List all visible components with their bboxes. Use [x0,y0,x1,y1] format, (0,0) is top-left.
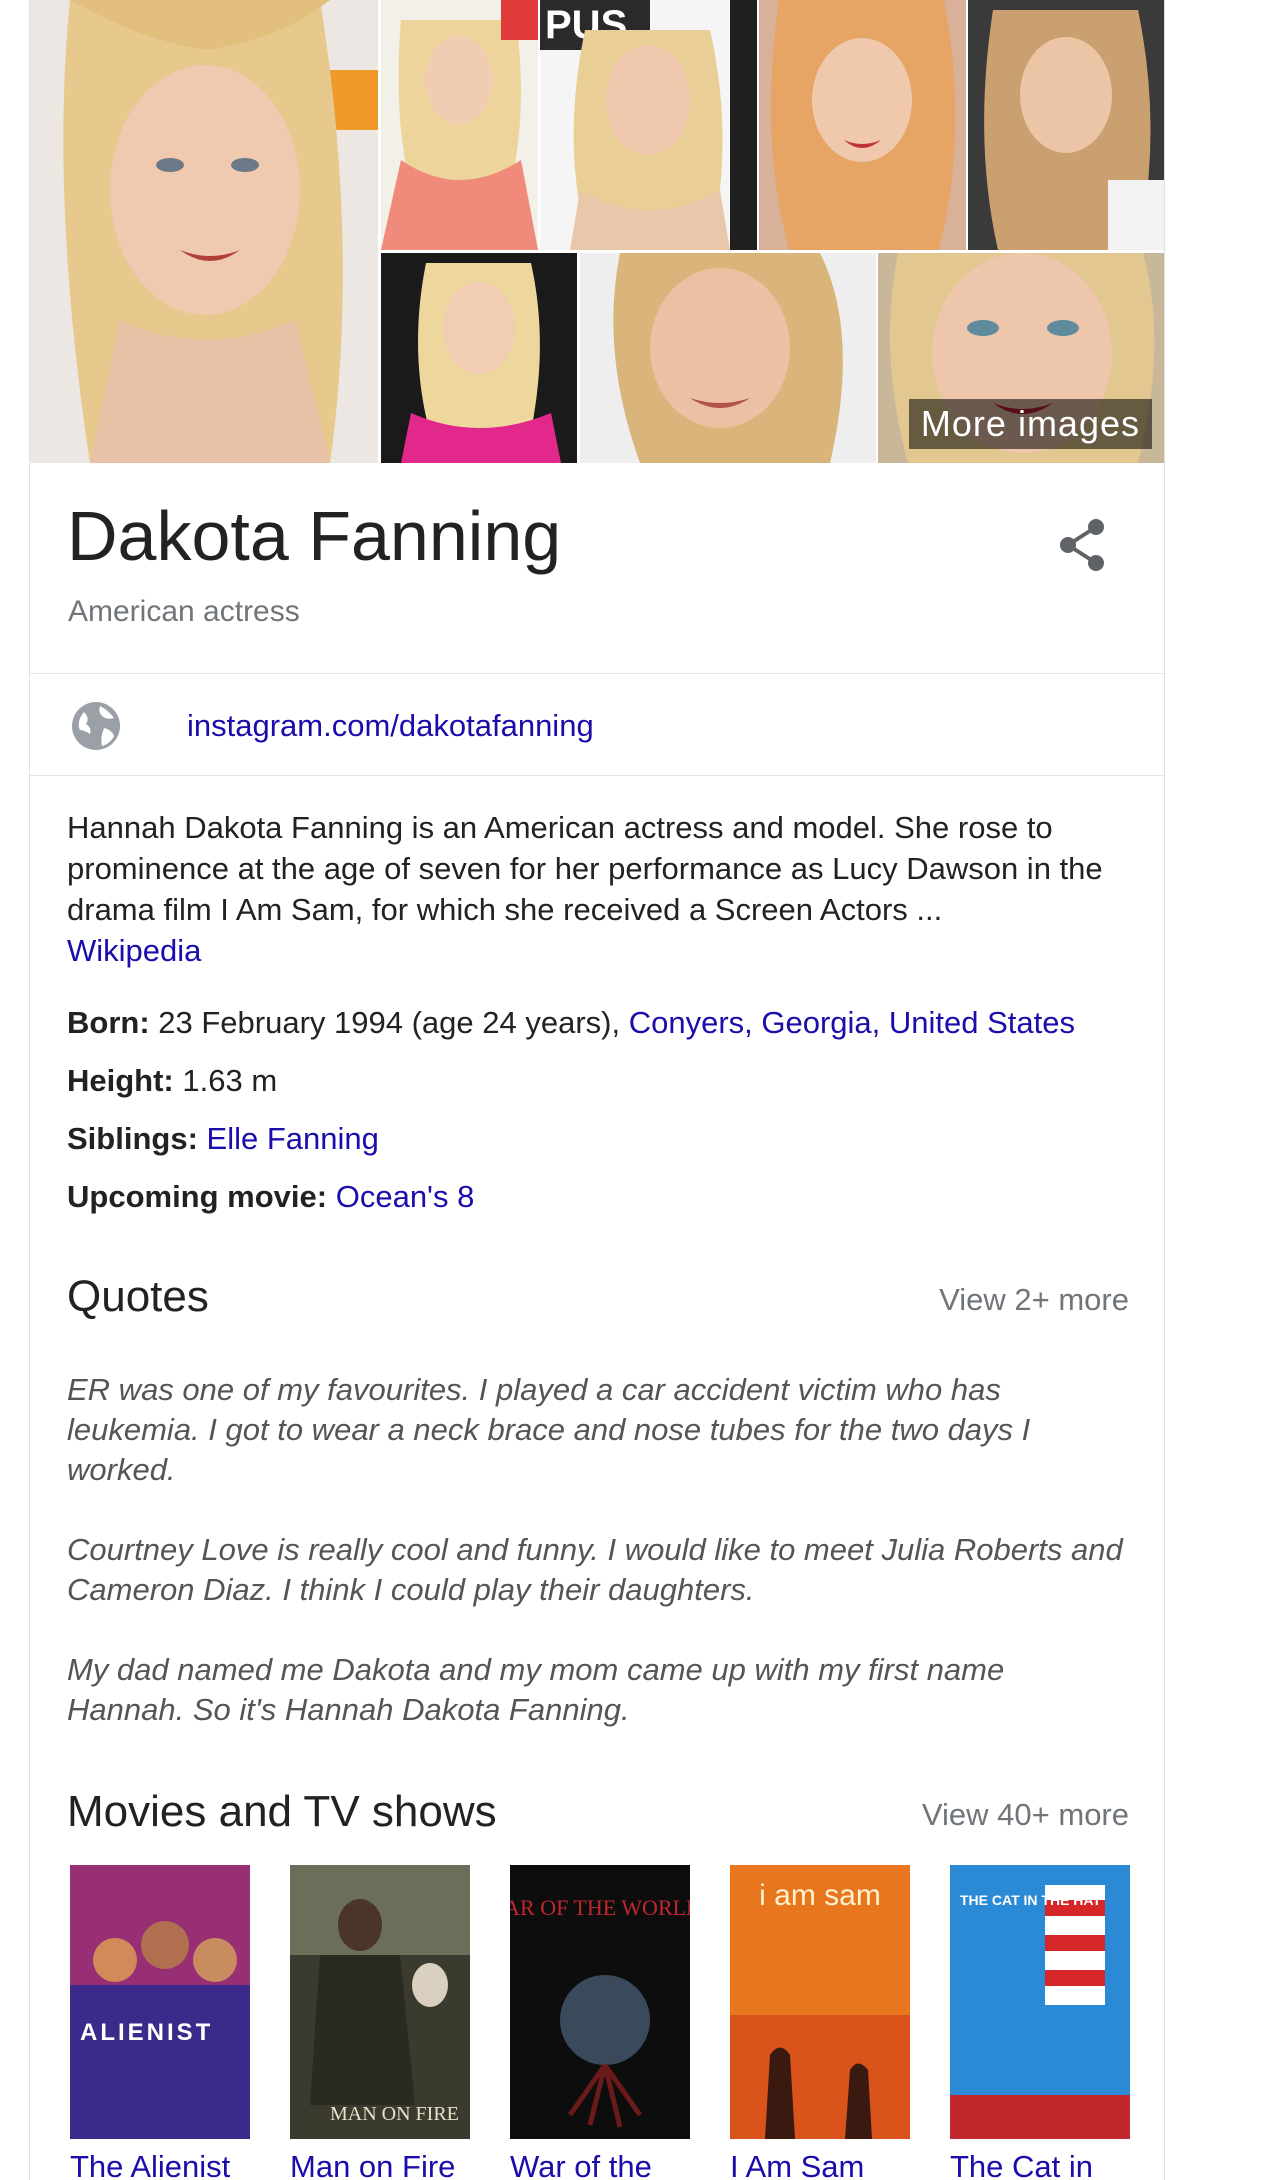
photo-4[interactable] [759,0,966,250]
quotes-view-more-link[interactable]: View 2+ more [939,1282,1129,1318]
movie-title[interactable]: I Am Sam [730,2149,910,2180]
fact-born-place-link[interactable]: Conyers, Georgia, United States [629,1005,1075,1040]
photo-7[interactable] [580,253,876,463]
photo-2[interactable] [381,0,538,250]
description-text: Hannah Dakota Fanning is an American act… [67,810,1103,927]
movie-poster[interactable]: THE CAT IN THE HAT [950,1865,1130,2139]
movies-view-more-link[interactable]: View 40+ more [922,1797,1129,1833]
movie-card[interactable]: WAR OF THE WORLDS War of the [510,1865,690,2180]
movie-poster[interactable]: WAR OF THE WORLDS [510,1865,690,2139]
image-grid: PUS More images [30,0,1164,463]
movie-poster[interactable]: i am sam [730,1865,910,2139]
website-row: instagram.com/dakotafanning [30,675,1164,776]
movie-card[interactable]: THE CAT IN THE HAT The Cat in [950,1865,1130,2180]
movies-carousel: ALIENIST The Alienist MAN ON FIRE Man on… [70,1865,1150,2180]
fact-born-label: Born: [67,1005,150,1040]
photo-8[interactable]: More images [878,253,1164,463]
poster-text: i am sam [759,1879,881,1912]
movies-header: Movies and TV shows View 40+ more [67,1787,1129,1847]
movies-title: Movies and TV shows [67,1787,497,1836]
movie-card[interactable]: i am sam I Am Sam [730,1865,910,2180]
movie-card[interactable]: ALIENIST The Alienist [70,1865,250,2180]
poster-text: ALIENIST [80,2019,213,2046]
quote-item: My dad named me Dakota and my mom came u… [67,1652,1005,1727]
quotes-title: Quotes [67,1272,209,1321]
description: Hannah Dakota Fanning is an American act… [67,807,1127,971]
quotes-header: Quotes View 2+ more [67,1272,1129,1332]
movie-poster[interactable]: MAN ON FIRE [290,1865,470,2139]
fact-height-value: 1.63 m [173,1063,278,1098]
movie-title[interactable]: War of the [510,2149,690,2180]
title-block: Dakota Fanning American actress [30,463,1164,674]
facts-list: Born: 23 February 1994 (age 24 years), C… [67,1003,1147,1235]
fact-upcoming-movie: Upcoming movie: Ocean's 8 [67,1177,1147,1235]
share-icon[interactable] [1058,517,1106,573]
movie-card[interactable]: MAN ON FIRE Man on Fire [290,1865,470,2180]
fact-upcoming-label: Upcoming movie: [67,1179,328,1214]
quote-item: Courtney Love is really cool and funny. … [67,1532,1123,1607]
movie-title[interactable]: Man on Fire [290,2149,470,2180]
globe-icon [70,700,122,752]
poster-text: THE CAT IN THE HAT [960,1892,1101,1908]
movie-title[interactable]: The Alienist [70,2149,250,2180]
fact-siblings-link[interactable]: Elle Fanning [207,1121,379,1156]
fact-born: Born: 23 February 1994 (age 24 years), C… [67,1003,1147,1061]
movie-title[interactable]: The Cat in [950,2149,1130,2180]
wikipedia-link[interactable]: Wikipedia [67,930,1127,971]
fact-upcoming-link[interactable]: Ocean's 8 [336,1179,475,1214]
poster-text: MAN ON FIRE [330,2103,459,2125]
fact-siblings-label: Siblings: [67,1121,198,1156]
more-images-button[interactable]: More images [908,399,1152,449]
quote-item: ER was one of my favourites. I played a … [67,1372,1031,1487]
fact-height-label: Height: [67,1063,174,1098]
fact-born-value: 23 February 1994 (age 24 years), [149,1005,629,1040]
photo-3[interactable]: PUS [540,0,757,250]
poster-text: WAR OF THE WORLDS [510,1895,690,1920]
entity-subtitle: American actress [68,595,300,628]
fact-siblings: Siblings: Elle Fanning [67,1119,1147,1177]
movie-poster[interactable]: ALIENIST [70,1865,250,2139]
fact-height: Height: 1.63 m [67,1061,1147,1119]
entity-name: Dakota Fanning [67,497,562,575]
knowledge-panel: PUS More images Dakota Fanning American … [29,0,1165,2180]
quotes-list: ER was one of my favourites. I played a … [67,1370,1127,1770]
photo-5[interactable] [968,0,1164,250]
website-link[interactable]: instagram.com/dakotafanning [187,708,594,744]
main-photo[interactable] [30,0,378,463]
photo-6[interactable] [381,253,577,463]
